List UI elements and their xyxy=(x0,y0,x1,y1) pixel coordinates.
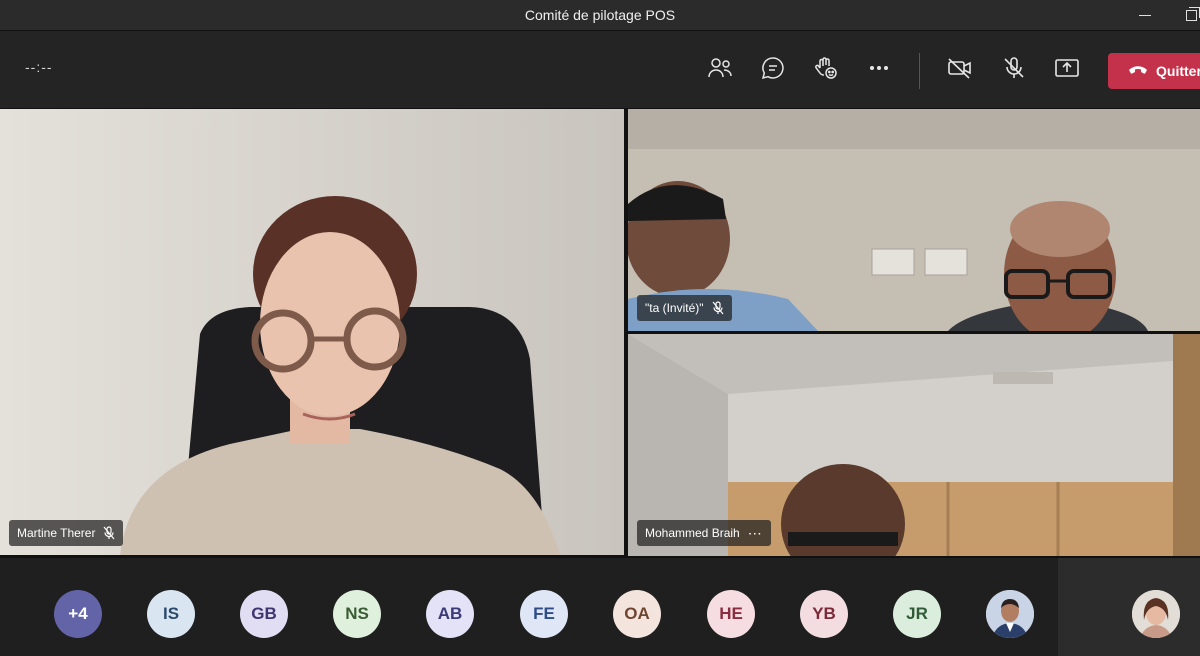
share-screen-button[interactable] xyxy=(1052,53,1082,83)
participant-avatar[interactable]: HE xyxy=(707,590,755,638)
participant-photo-avatar[interactable] xyxy=(986,590,1034,638)
video-stage: Martine Therer "ta (Invité)" Mohammed Br… xyxy=(0,108,1200,558)
person-photo-icon xyxy=(986,590,1034,638)
video-tile-main[interactable]: Martine Therer xyxy=(0,109,624,555)
chat-icon xyxy=(761,57,784,80)
more-actions-button[interactable] xyxy=(864,53,894,83)
minimize-icon xyxy=(1139,14,1151,16)
participant-avatar[interactable]: AB xyxy=(426,590,474,638)
participant-name: Martine Therer xyxy=(17,526,96,540)
participant-avatar[interactable]: GB xyxy=(240,590,288,638)
more-icon xyxy=(870,66,888,70)
participant-avatar[interactable]: YB xyxy=(800,590,848,638)
participant-avatar[interactable]: IS xyxy=(147,590,195,638)
minimize-button[interactable] xyxy=(1122,0,1168,30)
video-tile-mohammed[interactable]: Mohammed Braih ⋯ xyxy=(628,334,1200,556)
call-timer: --:-- xyxy=(25,59,53,75)
participant-avatar[interactable]: FE xyxy=(520,590,568,638)
chat-button[interactable] xyxy=(758,53,788,83)
title-bar: Comité de pilotage POS xyxy=(0,0,1200,30)
mic-off-icon xyxy=(1004,57,1024,78)
participant-avatar[interactable]: OA xyxy=(613,590,661,638)
participant-avatar[interactable]: JR xyxy=(893,590,941,638)
participant-video-main xyxy=(0,109,624,555)
participants-button[interactable] xyxy=(705,53,735,83)
participants-icon xyxy=(708,58,732,78)
meeting-toolbar: --:-- Quitter xyxy=(0,30,1200,108)
participant-avatar[interactable]: NS xyxy=(333,590,381,638)
participant-name-label: "ta (Invité)" xyxy=(637,295,732,321)
participant-name-label: Martine Therer xyxy=(9,520,124,546)
participant-name-label: Mohammed Braih ⋯ xyxy=(637,520,771,546)
muted-mic-icon xyxy=(103,526,115,540)
mic-toggle-button[interactable] xyxy=(999,53,1029,83)
hang-up-icon xyxy=(1129,66,1147,74)
leave-label: Quitter xyxy=(1156,63,1200,79)
overflow-participants-button[interactable]: +4 xyxy=(54,590,102,638)
camera-toggle-button[interactable] xyxy=(945,53,975,83)
maximize-button[interactable] xyxy=(1168,0,1200,30)
video-tile-room[interactable]: "ta (Invité)" xyxy=(628,109,1200,331)
leave-button[interactable]: Quitter xyxy=(1108,53,1200,89)
self-view-panel[interactable] xyxy=(1058,558,1200,656)
restore-icon xyxy=(1185,6,1200,21)
window-title: Comité de pilotage POS xyxy=(524,7,676,23)
muted-mic-icon xyxy=(712,301,724,315)
camera-off-icon xyxy=(948,58,971,79)
participant-roster: +4 IS GB NS AB FE OA HE YB JR xyxy=(0,558,1200,656)
participant-name: "ta (Invité)" xyxy=(645,301,704,315)
reactions-button[interactable] xyxy=(811,53,841,83)
reactions-icon xyxy=(815,57,837,79)
tile-more-options[interactable]: ⋯ xyxy=(748,525,763,542)
self-photo-icon xyxy=(1132,590,1180,638)
participant-name: Mohammed Braih xyxy=(645,526,740,540)
toolbar-divider xyxy=(919,53,920,89)
share-screen-icon xyxy=(1055,59,1079,77)
self-avatar xyxy=(1132,590,1180,638)
